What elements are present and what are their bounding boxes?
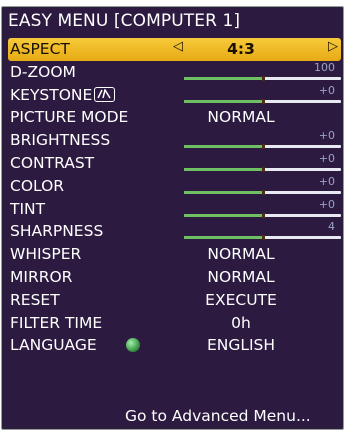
menu-item-label: COLOR [10,176,65,195]
tint-value: +0 [318,197,335,211]
menu-item-sharpness[interactable]: SHARPNESS 4 [8,220,341,243]
whisper-value: NORMAL [207,245,275,264]
menu-item-label: SHARPNESS [10,222,104,241]
menu-item-d-zoom[interactable]: D-ZOOM 100 [8,61,341,84]
sharpness-slider[interactable] [184,235,341,241]
menu-item-label: D-ZOOM [10,62,76,81]
menu-item-color[interactable]: COLOR +0 [8,175,341,198]
menu-item-label: TINT [10,199,46,218]
menu-item-whisper[interactable]: WHISPER NORMAL [8,243,341,266]
d-zoom-slider[interactable] [184,75,341,81]
menu-title: EASY MENU [COMPUTER 1] [8,11,241,31]
keystone-icon [94,86,116,102]
reset-value: EXECUTE [205,290,277,309]
menu-item-contrast[interactable]: CONTRAST +0 [8,152,341,175]
picture-mode-value: NORMAL [207,108,275,127]
menu-item-label: CONTRAST [10,153,95,172]
contrast-slider[interactable] [184,166,341,172]
menu-item-language[interactable]: LANGUAGE ENGLISH [8,334,341,357]
menu-item-label: RESET [10,290,60,309]
color-value: +0 [318,174,335,188]
menu-item-aspect[interactable]: ASPECT ◁ 4:3 ▷ [8,38,341,61]
menu-item-label: LANGUAGE [10,336,97,355]
sharpness-value: 4 [328,220,335,234]
aspect-value: 4:3 [227,40,255,58]
easy-menu-panel: EASY MENU [COMPUTER 1] ASPECT ◁ 4:3 ▷ D-… [1,6,344,430]
menu-item-brightness[interactable]: BRIGHTNESS +0 [8,129,341,152]
keystone-value: +0 [318,83,335,97]
menu-item-label: WHISPER [10,245,82,264]
menu-item-label: BRIGHTNESS [10,131,111,150]
d-zoom-value: 100 [314,60,335,74]
menu-item-label: FILTER TIME [10,313,103,332]
mirror-value: NORMAL [207,267,275,286]
menu-item-label: ASPECT [10,40,70,58]
filter-time-value: 0h [231,313,251,332]
tint-slider[interactable] [184,212,341,218]
keystone-slider[interactable] [184,98,341,104]
brightness-value: +0 [318,129,335,143]
menu-item-tint[interactable]: TINT +0 [8,198,341,221]
menu-item-picture-mode[interactable]: PICTURE MODE NORMAL [8,106,341,129]
language-value: ENGLISH [206,336,276,355]
brightness-slider[interactable] [184,144,341,150]
menu-item-filter-time[interactable]: FILTER TIME 0h [8,312,341,335]
menu-item-label: KEYSTONE [10,85,93,104]
menu-item-label: PICTURE MODE [10,108,129,127]
menu-item-label: MIRROR [10,267,73,286]
contrast-value: +0 [318,151,335,165]
advanced-menu-link[interactable]: Go to Advanced Menu... [125,407,311,425]
arrow-right-icon[interactable]: ▷ [328,39,338,54]
menu-item-mirror[interactable]: MIRROR NORMAL [8,266,341,289]
globe-icon [126,338,140,353]
menu-item-keystone[interactable]: KEYSTONE +0 [8,84,341,107]
menu-item-reset[interactable]: RESET EXECUTE [8,289,341,312]
color-slider[interactable] [184,189,341,195]
